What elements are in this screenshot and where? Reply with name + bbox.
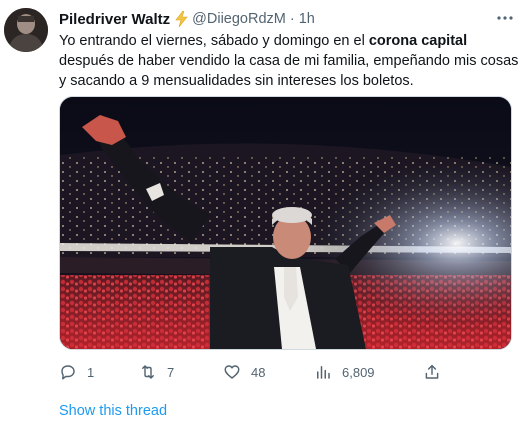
like-button[interactable]: 48	[223, 360, 265, 384]
show-thread-link[interactable]: Show this thread	[59, 403, 167, 419]
avatar-image	[4, 8, 48, 52]
retweet-icon	[139, 363, 157, 381]
views-count: 6,809	[342, 364, 375, 380]
reply-button[interactable]: 1	[59, 360, 94, 384]
author-handle[interactable]: @DiiegoRdzM	[192, 11, 286, 27]
heart-icon	[223, 363, 241, 381]
retweet-button[interactable]: 7	[139, 360, 174, 384]
avatar[interactable]	[4, 8, 48, 52]
reply-icon	[59, 363, 77, 381]
more-options-icon[interactable]	[494, 10, 516, 26]
views-icon	[314, 363, 332, 381]
tweet-actions: 1 7 48 6,809	[59, 360, 459, 384]
reply-count: 1	[87, 364, 95, 380]
tweet-card[interactable]: Piledriver Waltz @DiiegoRdzM · 1h Yo ent…	[0, 0, 525, 427]
like-count: 48	[251, 364, 266, 380]
tweet-text-part1: Yo entrando el viernes, sábado y domingo…	[59, 33, 369, 49]
tweet-header: Piledriver Waltz @DiiegoRdzM · 1h	[59, 9, 315, 29]
tweet-text: Yo entrando el viernes, sábado y domingo…	[59, 31, 521, 91]
tweet-time[interactable]: 1h	[299, 11, 315, 27]
retweet-count: 7	[167, 364, 175, 380]
concert-photo-image	[60, 97, 511, 349]
views-button[interactable]: 6,809	[314, 360, 375, 384]
lightning-bolt-icon	[175, 11, 188, 27]
author-name[interactable]: Piledriver Waltz	[59, 11, 170, 28]
tweet-photo[interactable]	[59, 96, 512, 350]
share-button[interactable]	[423, 360, 441, 384]
share-icon	[423, 363, 441, 381]
tweet-text-part2: después de haber vendido la casa de mi f…	[59, 53, 519, 89]
tweet-text-bold: corona capital	[368, 33, 468, 49]
separator-dot: ·	[289, 11, 295, 27]
